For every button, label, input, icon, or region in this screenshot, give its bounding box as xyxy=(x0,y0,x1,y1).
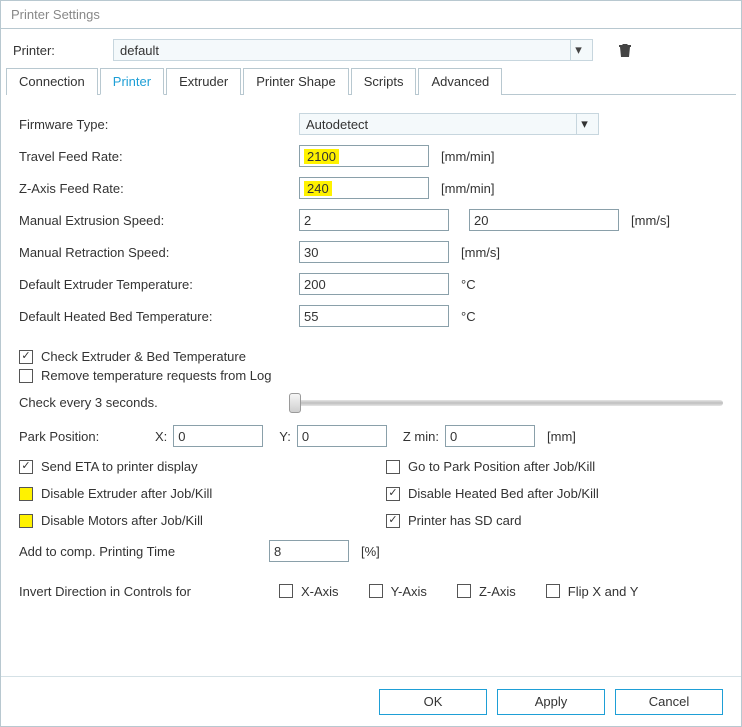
disable-motors-checkbox[interactable] xyxy=(19,514,33,528)
printer-select[interactable]: default ▾ xyxy=(113,39,593,61)
remove-temp-log-label: Remove temperature requests from Log xyxy=(41,368,272,383)
delete-printer-button[interactable] xyxy=(615,40,635,60)
z-feed-rate-unit: [mm/min] xyxy=(441,181,494,196)
slider-thumb[interactable] xyxy=(289,393,301,413)
disable-bed-checkbox[interactable]: ✓ xyxy=(386,487,400,501)
park-position-label: Park Position: xyxy=(19,429,139,444)
default-extruder-temp-label: Default Extruder Temperature: xyxy=(19,277,299,292)
apply-button[interactable]: Apply xyxy=(497,689,605,715)
park-zmin-label: Z min: xyxy=(403,429,439,444)
manual-extrusion-input-1[interactable]: 2 xyxy=(299,209,449,231)
tab-extruder[interactable]: Extruder xyxy=(166,68,241,95)
check-temp-checkbox[interactable]: ✓ xyxy=(19,350,33,364)
manual-retraction-input[interactable]: 30 xyxy=(299,241,449,263)
cancel-button[interactable]: Cancel xyxy=(615,689,723,715)
ok-button[interactable]: OK xyxy=(379,689,487,715)
default-extruder-temp-input[interactable]: 200 xyxy=(299,273,449,295)
send-eta-label: Send ETA to printer display xyxy=(41,459,198,474)
check-interval-slider[interactable] xyxy=(289,391,723,413)
park-y-input[interactable]: 0 xyxy=(297,425,387,447)
flip-xy-checkbox[interactable] xyxy=(546,584,560,598)
remove-temp-log-checkbox[interactable] xyxy=(19,369,33,383)
invert-x-checkbox[interactable] xyxy=(279,584,293,598)
tab-printer-shape[interactable]: Printer Shape xyxy=(243,68,349,95)
comp-time-input[interactable]: 8 xyxy=(269,540,349,562)
chevron-down-icon: ▾ xyxy=(570,40,586,60)
firmware-type-value: Autodetect xyxy=(306,117,368,132)
park-unit: [mm] xyxy=(547,429,576,444)
comp-time-label: Add to comp. Printing Time xyxy=(19,544,269,559)
has-sd-label: Printer has SD card xyxy=(408,513,521,528)
park-x-input[interactable]: 0 xyxy=(173,425,263,447)
invert-x-label: X-Axis xyxy=(301,584,339,599)
park-zmin-input[interactable]: 0 xyxy=(445,425,535,447)
manual-extrusion-input-2[interactable]: 20 xyxy=(469,209,619,231)
invert-y-checkbox[interactable] xyxy=(369,584,383,598)
invert-y-label: Y-Axis xyxy=(391,584,427,599)
check-temp-label: Check Extruder & Bed Temperature xyxy=(41,349,246,364)
dialog-footer: OK Apply Cancel xyxy=(1,676,741,726)
printer-label: Printer: xyxy=(13,43,113,58)
z-feed-rate-label: Z-Axis Feed Rate: xyxy=(19,181,299,196)
comp-time-unit: [%] xyxy=(361,544,380,559)
park-x-label: X: xyxy=(155,429,167,444)
goto-park-label: Go to Park Position after Job/Kill xyxy=(408,459,595,474)
firmware-type-select[interactable]: Autodetect ▾ xyxy=(299,113,599,135)
flip-xy-label: Flip X and Y xyxy=(568,584,639,599)
tab-connection[interactable]: Connection xyxy=(6,68,98,95)
manual-retraction-label: Manual Retraction Speed: xyxy=(19,245,299,260)
printer-tab-panel: Firmware Type: Autodetect ▾ Travel Feed … xyxy=(1,95,741,620)
disable-extruder-label: Disable Extruder after Job/Kill xyxy=(41,486,212,501)
default-bed-temp-unit: °C xyxy=(461,309,476,324)
manual-extrusion-unit: [mm/s] xyxy=(631,213,670,228)
tab-printer[interactable]: Printer xyxy=(100,68,164,95)
disable-bed-label: Disable Heated Bed after Job/Kill xyxy=(408,486,599,501)
printer-settings-window: Printer Settings Printer: default ▾ Conn… xyxy=(0,0,742,727)
disable-extruder-checkbox[interactable] xyxy=(19,487,33,501)
chevron-down-icon: ▾ xyxy=(576,114,592,134)
manual-retraction-unit: [mm/s] xyxy=(461,245,500,260)
travel-feed-rate-unit: [mm/min] xyxy=(441,149,494,164)
travel-feed-rate-label: Travel Feed Rate: xyxy=(19,149,299,164)
tab-bar: Connection Printer Extruder Printer Shap… xyxy=(6,67,736,95)
default-extruder-temp-unit: °C xyxy=(461,277,476,292)
manual-extrusion-label: Manual Extrusion Speed: xyxy=(19,213,299,228)
default-bed-temp-label: Default Heated Bed Temperature: xyxy=(19,309,299,324)
tab-advanced[interactable]: Advanced xyxy=(418,68,502,95)
printer-select-value: default xyxy=(120,43,159,58)
disable-motors-label: Disable Motors after Job/Kill xyxy=(41,513,203,528)
check-interval-label: Check every 3 seconds. xyxy=(19,395,279,410)
travel-feed-rate-input[interactable]: 2100 xyxy=(299,145,429,167)
tab-scripts[interactable]: Scripts xyxy=(351,68,417,95)
default-bed-temp-input[interactable]: 55 xyxy=(299,305,449,327)
z-feed-rate-input[interactable]: 240 xyxy=(299,177,429,199)
firmware-type-label: Firmware Type: xyxy=(19,117,299,132)
invert-label: Invert Direction in Controls for xyxy=(19,584,279,599)
invert-z-label: Z-Axis xyxy=(479,584,516,599)
slider-track xyxy=(289,400,723,406)
invert-z-checkbox[interactable] xyxy=(457,584,471,598)
window-title: Printer Settings xyxy=(1,1,741,29)
send-eta-checkbox[interactable]: ✓ xyxy=(19,460,33,474)
goto-park-checkbox[interactable] xyxy=(386,460,400,474)
has-sd-checkbox[interactable]: ✓ xyxy=(386,514,400,528)
park-y-label: Y: xyxy=(279,429,291,444)
